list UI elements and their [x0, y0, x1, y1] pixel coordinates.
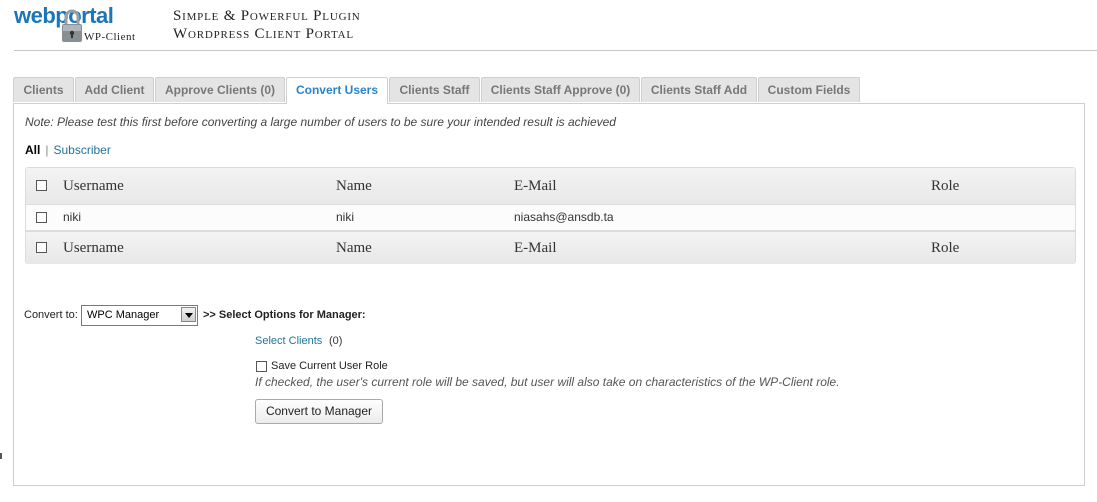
convert-users-panel: Note: Please test this first before conv… — [13, 103, 1085, 486]
tagline-line2: Wordpress Client Portal — [173, 26, 354, 42]
header: webportal WP-Client Simple & Powerful Pl… — [0, 0, 1097, 52]
tab-clients-staff-approve[interactable]: Clients Staff Approve (0) — [481, 77, 640, 102]
table-row: niki niki niasahs@ansdb.ta — [26, 205, 1075, 231]
footer-column-username[interactable]: Username — [63, 240, 124, 257]
tagline: Simple & Powerful Plugin Wordpress Clien… — [173, 7, 361, 43]
save-role-label[interactable]: Save Current User Role — [271, 360, 388, 372]
tab-clients[interactable]: Clients — [13, 77, 74, 102]
footer-column-name[interactable]: Name — [336, 240, 372, 257]
padlock-icon — [62, 9, 82, 42]
tab-clients-staff[interactable]: Clients Staff — [389, 77, 480, 102]
logo-subtitle: WP-Client — [84, 31, 136, 43]
role-filter: All | Subscriber — [25, 143, 111, 157]
column-name[interactable]: Name — [336, 178, 372, 195]
options-label: >> Select Options for Manager: — [203, 309, 366, 321]
select-clients-link[interactable]: Select Clients — [255, 335, 322, 347]
footer-column-email[interactable]: E-Mail — [514, 240, 557, 257]
tab-custom-fields[interactable]: Custom Fields — [758, 77, 860, 102]
cell-email: niasahs@ansdb.ta — [514, 210, 614, 224]
tagline-line1: Simple & Powerful Plugin — [173, 8, 361, 24]
filter-all[interactable]: All — [25, 143, 40, 157]
column-email[interactable]: E-Mail — [514, 178, 557, 195]
save-role-checkbox[interactable] — [256, 361, 267, 372]
column-username[interactable]: Username — [63, 178, 124, 195]
chevron-down-icon[interactable] — [181, 307, 196, 322]
footer-column-role[interactable]: Role — [931, 240, 959, 257]
column-role[interactable]: Role — [931, 178, 959, 195]
tab-add-client[interactable]: Add Client — [75, 77, 154, 102]
table-header: Username Name E-Mail Role — [26, 168, 1075, 205]
test-note: Note: Please test this first before conv… — [25, 115, 616, 129]
users-table: Username Name E-Mail Role niki niki nias… — [25, 167, 1076, 264]
convert-button[interactable]: Convert to Manager — [255, 399, 383, 424]
filter-subscriber[interactable]: Subscriber — [53, 143, 110, 157]
tab-clients-staff-add[interactable]: Clients Staff Add — [641, 77, 757, 102]
table-footer: Username Name E-Mail Role — [26, 231, 1075, 264]
role-select-value: WPC Manager — [87, 309, 160, 321]
filter-separator: | — [45, 143, 49, 157]
cell-name: niki — [336, 210, 355, 224]
select-all-checkbox[interactable] — [36, 180, 47, 191]
role-select[interactable]: WPC Manager — [81, 305, 198, 326]
convert-to-label: Convert to: — [24, 309, 78, 321]
webportal-logo[interactable]: webportal WP-Client — [14, 4, 149, 46]
selected-clients-count: (0) — [329, 335, 343, 347]
row-checkbox[interactable] — [36, 212, 47, 223]
edge-marker — [0, 453, 2, 459]
tab-convert-users[interactable]: Convert Users — [286, 77, 388, 104]
tab-approve-clients[interactable]: Approve Clients (0) — [155, 77, 285, 102]
select-all-checkbox-footer[interactable] — [36, 242, 47, 253]
header-divider — [14, 50, 1097, 51]
cell-username: niki — [63, 210, 82, 224]
save-role-note: If checked, the user's current role will… — [255, 375, 840, 389]
